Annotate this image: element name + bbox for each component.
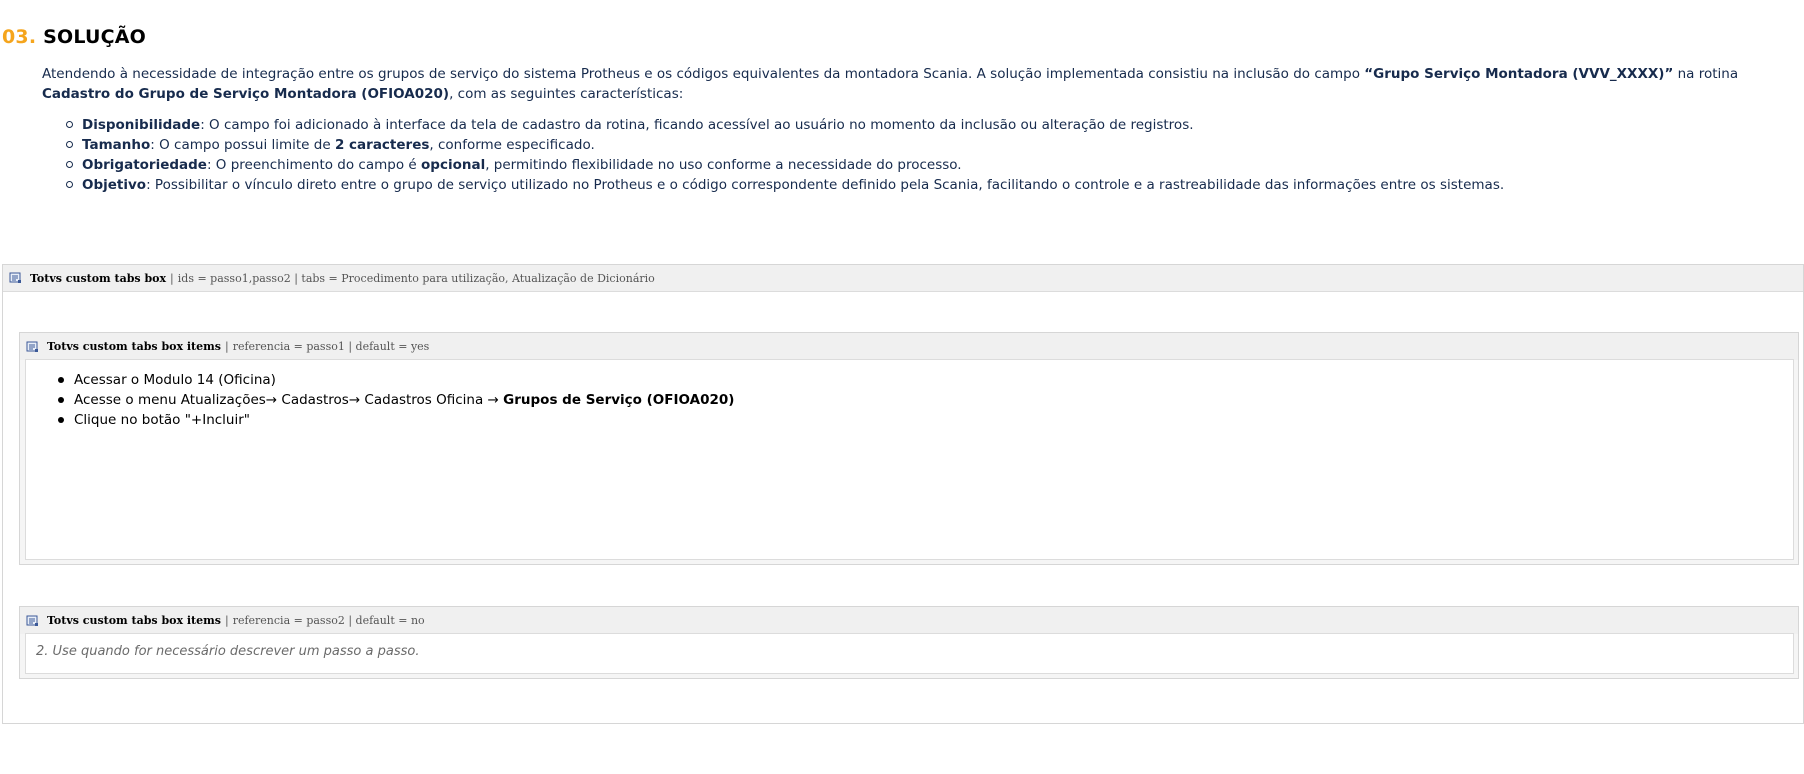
step-emphasis: Grupos de Serviço (OFIOA020) — [503, 392, 735, 408]
macro-placeholder-icon — [26, 615, 38, 626]
tab-item-macro-passo2[interactable]: Totvs custom tabs box items | referencia… — [19, 606, 1799, 679]
bullet-dot-icon — [58, 377, 64, 383]
step-list: Acessar o Modulo 14 (Oficina) Acesse o m… — [26, 370, 1793, 430]
macro-separator: | — [224, 340, 229, 353]
feature-item: Objetivo: Possibilitar o vínculo direto … — [66, 175, 1782, 195]
intro-text-1: Atendendo à necessidade de integração en… — [42, 66, 1365, 82]
feature-item: Tamanho: O campo possui limite de 2 cara… — [66, 135, 1782, 155]
field-name: “Grupo Serviço Montadora (VVV_XXXX)” — [1364, 66, 1674, 82]
macro-params: ids = passo1,passo2 | tabs = Procediment… — [177, 271, 655, 285]
intro-text-3: , com as seguintes características: — [449, 86, 684, 102]
feature-list: Disponibilidade: O campo foi adicionado … — [42, 115, 1782, 195]
step-item: Clique no botão "+Incluir" — [58, 410, 1793, 430]
circle-bullet-icon — [66, 121, 73, 128]
tabs-box-header[interactable]: Totvs custom tabs box | ids = passo1,pas… — [3, 265, 1803, 292]
macro-separator: | — [170, 271, 174, 285]
step-item: Acessar o Modulo 14 (Oficina) — [58, 370, 1793, 390]
bullet-dot-icon — [58, 397, 64, 403]
feature-item: Obrigatoriedade: O preenchimento do camp… — [66, 155, 1782, 175]
section-number: 03. — [2, 26, 37, 48]
bullet-dot-icon — [58, 417, 64, 423]
macro-name: Totvs custom tabs box items — [47, 340, 221, 353]
intro-paragraph: Atendendo à necessidade de integração en… — [42, 64, 1782, 104]
feature-emphasis: opcional — [421, 157, 486, 173]
step-text: Clique no botão "+Incluir" — [74, 412, 251, 428]
circle-bullet-icon — [66, 161, 73, 168]
tab-item-body[interactable]: 2. Use quando for necessário descrever u… — [25, 633, 1794, 674]
step-text: Acesse o menu Atualizações→ Cadastros→ C… — [74, 392, 504, 408]
circle-bullet-icon — [66, 141, 73, 148]
tab-item-macro-passo1[interactable]: Totvs custom tabs box items | referencia… — [19, 332, 1799, 565]
feature-label: Objetivo — [82, 177, 147, 193]
macro-placeholder-icon — [9, 272, 21, 283]
solution-content: Atendendo à necessidade de integração en… — [42, 64, 1782, 195]
section-heading: 03. SOLUÇÃO — [2, 26, 146, 48]
circle-bullet-icon — [66, 181, 73, 188]
macro-params: referencia = passo2 | default = no — [232, 614, 425, 627]
feature-text: : Possibilitar o vínculo direto entre o … — [146, 177, 1505, 193]
macro-placeholder-icon — [26, 341, 38, 352]
feature-item: Disponibilidade: O campo foi adicionado … — [66, 115, 1782, 135]
feature-text-end: , conforme especificado. — [429, 137, 595, 153]
feature-text: : O preenchimento do campo é — [206, 157, 421, 173]
step-item: Acesse o menu Atualizações→ Cadastros→ C… — [58, 390, 1793, 410]
step-hint-text: 2. Use quando for necessário descrever u… — [36, 644, 420, 659]
feature-text: : O campo foi adicionado à interface da … — [200, 117, 1194, 133]
document-page: 03. SOLUÇÃO Atendendo à necessidade de i… — [0, 0, 1804, 774]
macro-params: referencia = passo1 | default = yes — [232, 340, 430, 353]
section-title-text: SOLUÇÃO — [43, 26, 146, 48]
macro-name: Totvs custom tabs box — [30, 271, 167, 285]
feature-label: Tamanho — [82, 137, 151, 153]
tab-item-header[interactable]: Totvs custom tabs box items | referencia… — [20, 607, 1798, 634]
intro-text-2: na rotina — [1673, 66, 1739, 82]
step-text: Acessar o Modulo 14 (Oficina) — [74, 372, 276, 388]
tab-item-header[interactable]: Totvs custom tabs box items | referencia… — [20, 333, 1798, 360]
feature-text: : O campo possui limite de — [150, 137, 335, 153]
tabs-box-macro[interactable]: Totvs custom tabs box | ids = passo1,pas… — [2, 264, 1804, 724]
feature-emphasis: 2 caracteres — [334, 137, 430, 153]
macro-name: Totvs custom tabs box items — [47, 614, 221, 627]
macro-separator: | — [224, 614, 229, 627]
feature-text-end: , permitindo flexibilidade no uso confor… — [485, 157, 962, 173]
feature-label: Disponibilidade — [82, 117, 201, 133]
tab-item-body[interactable]: Acessar o Modulo 14 (Oficina) Acesse o m… — [25, 359, 1794, 560]
feature-label: Obrigatoriedade — [82, 157, 207, 173]
routine-name: Cadastro do Grupo de Serviço Montadora (… — [42, 86, 450, 102]
